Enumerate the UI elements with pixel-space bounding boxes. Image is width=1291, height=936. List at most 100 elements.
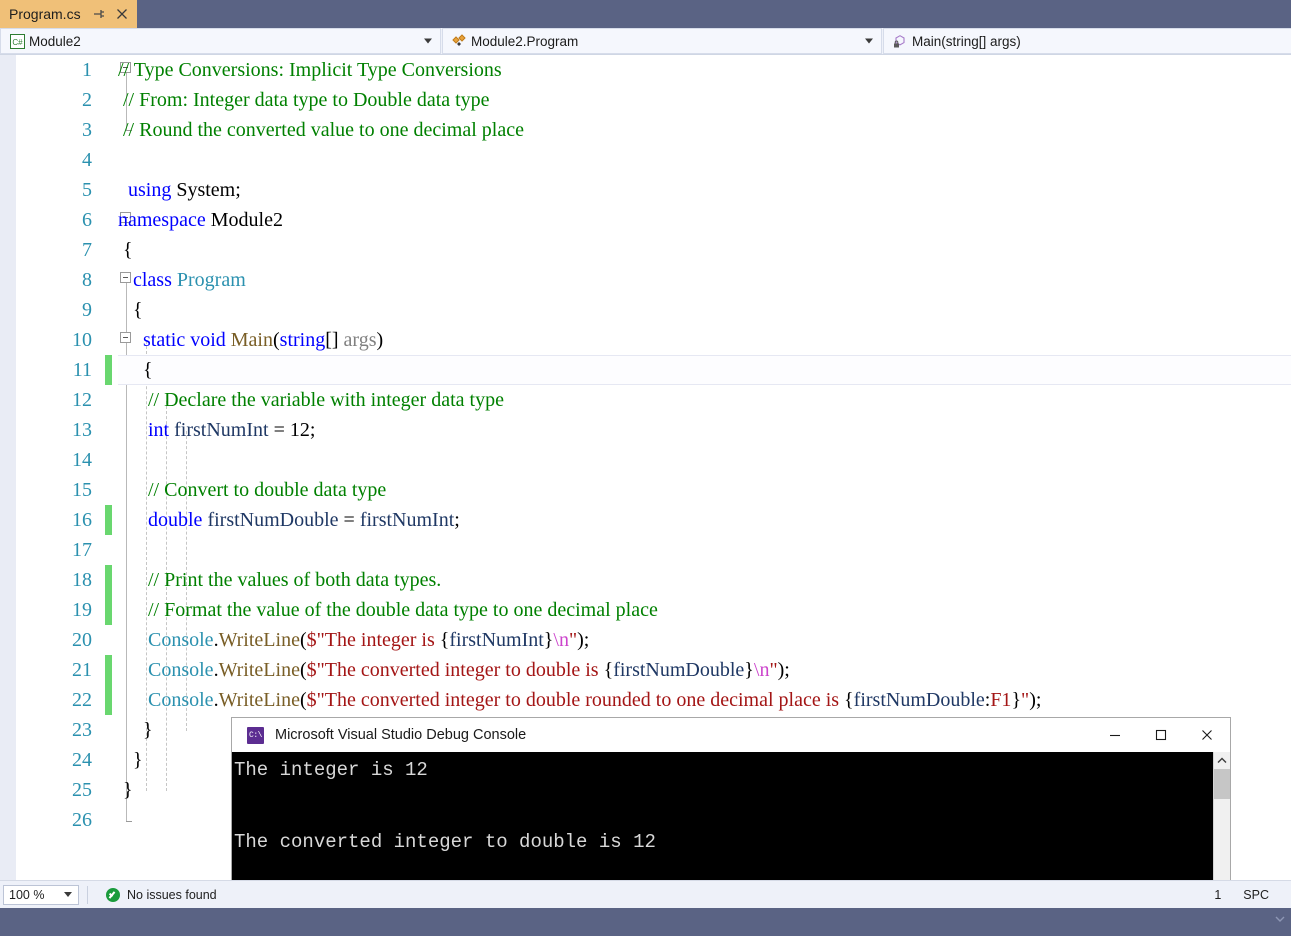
code-line[interactable]: 20 Console.WriteLine($"The integer is {f… [0,625,1291,655]
svg-text:C#: C# [12,38,23,47]
code-line[interactable]: 16 double firstNumDouble = firstNumInt; [0,505,1291,535]
code-line[interactable]: 4 [0,145,1291,175]
code-token: // Convert to double data type [148,479,387,501]
issues-status-label: No issues found [127,887,217,902]
code-line[interactable]: 7 { [0,235,1291,265]
scrollbar-thumb[interactable] [1214,769,1230,799]
maximize-button[interactable] [1138,718,1184,752]
zoom-level-dropdown[interactable]: 100 % [3,884,79,905]
navbar-member-label: Main(string[] args) [912,33,1021,49]
code-token: static void [143,329,226,351]
code-line[interactable]: 21 Console.WriteLine($"The converted int… [0,655,1291,685]
chevron-down-icon[interactable] [424,38,432,44]
code-line-text: // Round the converted value to one deci… [118,115,524,145]
code-token: ( [299,659,307,681]
code-line[interactable]: 2 // From: Integer data type to Double d… [0,85,1291,115]
line-number: 10 [72,329,92,351]
code-token: firstNumDouble [207,509,339,531]
code-token: Console [148,629,214,651]
code-line-text: // Declare the variable with integer dat… [118,385,504,415]
code-token: // Round the converted value to one deci… [118,119,524,141]
insert-mode-label: SPC [1243,887,1269,902]
console-title-bar[interactable]: C:\ Microsoft Visual Studio Debug Consol… [232,718,1230,752]
code-line-text: class Program [118,265,246,295]
code-line[interactable]: 1 // Type Conversions: Implicit Type Conv… [0,55,1291,85]
line-number: 2 [82,89,92,111]
code-token: string [279,329,326,351]
current-line-highlight [118,355,1291,385]
code-line[interactable]: 13 int firstNumInt = 12; [0,415,1291,445]
console-app-icon: C:\ [247,726,264,744]
code-line[interactable]: 6 namespace Module2 [0,205,1291,235]
code-line[interactable]: 19 // Format the value of the double dat… [0,595,1291,625]
code-token: double [148,509,203,531]
code-line[interactable]: 17 [0,535,1291,565]
code-token: } [744,659,754,681]
code-line[interactable]: 18 // Print the values of both data type… [0,565,1291,595]
code-line[interactable]: 12 // Declare the variable with integer … [0,385,1291,415]
line-number: 3 [82,119,92,141]
code-token: firstNumInt [449,629,544,651]
code-line[interactable]: 15 // Convert to double data type [0,475,1291,505]
resize-grip-icon[interactable] [1274,912,1286,924]
chevron-down-icon[interactable] [865,38,873,44]
tab-title: Program.cs [9,6,81,22]
code-line[interactable]: 11 { [0,355,1291,385]
code-line-text: int firstNumInt = 12; [118,415,315,445]
close-button[interactable] [1184,718,1230,752]
code-token: int [148,419,170,441]
code-token: } [543,629,554,651]
editor-tab-program-cs[interactable]: Program.cs [0,0,137,28]
line-number: 26 [72,809,92,831]
code-line[interactable]: 22 Console.WriteLine($"The converted int… [0,685,1291,715]
code-token: { [118,359,153,381]
code-line[interactable]: 8 class Program [0,265,1291,295]
line-number: 9 [82,299,92,321]
code-token: firstNumInt [174,419,269,441]
navbar-type-dropdown[interactable]: Module2.Program [442,28,882,54]
code-line-text: // Print the values of both data types. [118,565,441,595]
code-token: { [603,659,614,681]
code-token: { [844,689,854,711]
navbar-project-dropdown[interactable]: C# Module2 [0,28,441,54]
code-token: ( [299,629,307,651]
code-token: ); [777,659,790,681]
code-token: ); [577,629,590,651]
scroll-up-icon[interactable] [1214,752,1230,769]
code-token: firstNumInt [359,509,455,531]
pin-icon[interactable] [92,7,106,21]
code-token: Program [176,269,246,291]
class-members-icon [449,33,469,49]
code-line[interactable]: 14 [0,445,1291,475]
zoom-level-value: 100 % [9,887,45,902]
chevron-down-icon[interactable] [64,892,72,897]
code-token: Console [148,659,214,681]
close-icon[interactable] [115,7,129,21]
code-line[interactable]: 5 using System; [0,175,1291,205]
code-line[interactable]: 3 // Round the converted value to one de… [0,115,1291,145]
navbar-member-dropdown[interactable]: Main(string[] args) [883,28,1291,54]
line-number: 22 [72,689,92,711]
code-token: WriteLine [218,689,300,711]
code-token: " [1021,689,1030,711]
code-token: Module2 [205,209,283,231]
window-controls [1092,718,1230,752]
code-token: class [133,269,172,291]
code-line[interactable]: 9 { [0,295,1291,325]
code-line[interactable]: 10 static void Main(string[] args) [0,325,1291,355]
code-token: ; [309,419,316,441]
window-bottom-chrome [0,908,1291,936]
minimize-button[interactable] [1092,718,1138,752]
code-token: Console [148,689,214,711]
code-token: // Type Conversions: Implicit Type Conve… [118,59,502,81]
line-number: 7 [82,239,92,261]
